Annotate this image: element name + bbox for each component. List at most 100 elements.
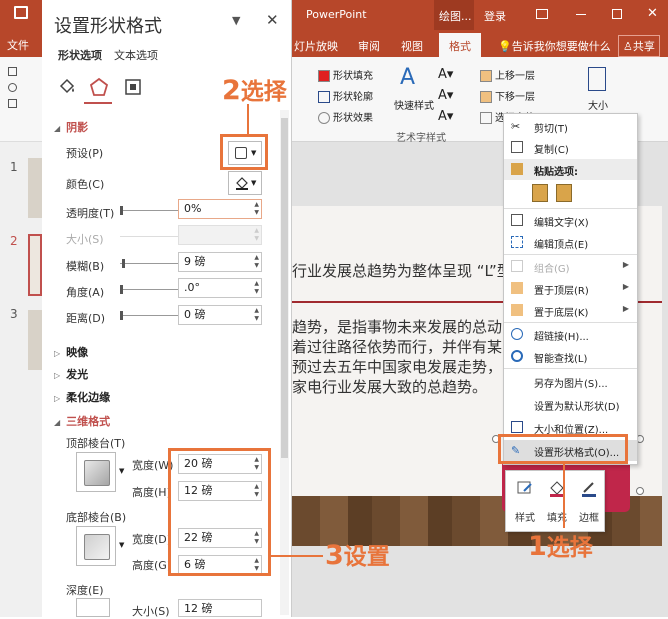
text-outline-icon[interactable]: A▾ bbox=[438, 88, 453, 103]
depth-color-dropdown[interactable] bbox=[76, 598, 110, 617]
size-input-disabled: ▲ ▼ bbox=[178, 225, 262, 245]
menu-item-cut[interactable]: ✂ 剪切(T) bbox=[504, 116, 637, 137]
angle-slider[interactable] bbox=[120, 289, 180, 290]
menu-paste-options-header: 粘贴选项: bbox=[504, 159, 637, 180]
thumb-number[interactable]: 2 bbox=[10, 234, 18, 248]
oval-shape-icon[interactable] bbox=[8, 83, 17, 92]
mini-style-button[interactable]: 样式 bbox=[510, 479, 540, 524]
section-soft-edges[interactable]: ▷ 柔化边缘 bbox=[54, 389, 110, 405]
bottom-bevel-dropdown[interactable] bbox=[76, 526, 116, 566]
pane-options-dropdown-icon[interactable]: ▼ bbox=[232, 14, 240, 27]
slide-thumbnail[interactable] bbox=[28, 158, 42, 218]
thumb-number[interactable]: 1 bbox=[10, 160, 18, 174]
distance-slider-knob[interactable] bbox=[120, 311, 123, 320]
menu-item-copy[interactable]: 复制(C) bbox=[504, 137, 637, 158]
rectangle-shape-icon[interactable] bbox=[8, 67, 17, 76]
spin-arrows-icon[interactable]: ▲ ▼ bbox=[254, 307, 259, 323]
chevron-down-icon[interactable]: ▼ bbox=[119, 467, 124, 475]
slide-text[interactable]: 行业发展总趋势为整体呈现 “L”型 bbox=[292, 260, 512, 281]
tell-me-search[interactable]: 💡告诉我你想要做什么 bbox=[498, 38, 611, 54]
login-link[interactable]: 登录 bbox=[484, 8, 506, 24]
save-icon[interactable] bbox=[14, 6, 28, 19]
transparency-slider[interactable] bbox=[120, 210, 180, 211]
spin-arrows-icon[interactable]: ▲ ▼ bbox=[254, 201, 259, 217]
menu-item-edit-text[interactable]: 编辑文字(X) bbox=[504, 210, 637, 231]
shape-fill-button[interactable]: 形状填充 bbox=[318, 67, 373, 82]
distance-input[interactable]: 0 磅 ▲ ▼ bbox=[178, 305, 262, 325]
paste-keep-source-icon[interactable] bbox=[532, 184, 548, 202]
tab-text-options[interactable]: 文本选项 bbox=[114, 47, 158, 63]
quick-style-a-icon[interactable]: A bbox=[400, 65, 415, 90]
section-reflection[interactable]: ▷ 映像 bbox=[54, 344, 88, 360]
tab-shape-options[interactable]: 形状选项 bbox=[58, 47, 102, 63]
menu-item-bring-front[interactable]: 置于顶层(R) ▶ bbox=[504, 278, 637, 299]
chevron-down-icon[interactable]: ▼ bbox=[119, 541, 124, 549]
size-properties-icon[interactable] bbox=[122, 76, 144, 98]
angle-input[interactable]: .0° ▲ ▼ bbox=[178, 278, 262, 298]
ppt-left-strip: 文件 1 2 3 bbox=[0, 0, 42, 617]
distance-slider[interactable] bbox=[120, 315, 180, 316]
close-window-icon[interactable]: ✕ bbox=[647, 6, 658, 21]
fill-line-icon[interactable] bbox=[56, 76, 78, 98]
transparency-input[interactable]: 0% ▲ ▼ bbox=[178, 199, 262, 219]
slide-text[interactable]: 家电行业发展大致的总趋势。 bbox=[292, 376, 487, 397]
edit-points-icon bbox=[511, 236, 523, 248]
menu-item-hyperlink[interactable]: 超链接(H)... bbox=[504, 324, 637, 345]
quick-style-button[interactable]: 快速样式 bbox=[394, 97, 434, 112]
tab-view[interactable]: 视图 bbox=[401, 38, 423, 54]
slide-text[interactable]: 着过往路径依势而行，并伴有某 bbox=[292, 336, 502, 357]
section-shadow[interactable]: ◢ 阴影 bbox=[54, 119, 88, 135]
send-backward-button[interactable]: 下移一层 bbox=[480, 88, 535, 103]
drawing-tools-label: 绘图... bbox=[439, 10, 472, 23]
size-button[interactable]: 大小 bbox=[588, 97, 608, 112]
depth-size-input[interactable]: 12 磅 bbox=[178, 599, 262, 617]
preset-label: 预设(P) bbox=[66, 147, 104, 160]
slide-text[interactable]: 预过去五年中国家电发展走势， bbox=[292, 356, 502, 377]
transparency-slider-knob[interactable] bbox=[120, 206, 123, 215]
shape-outline-button[interactable]: 形状轮廓 bbox=[318, 88, 373, 103]
effects-pentagon-icon[interactable] bbox=[88, 76, 110, 98]
text-fill-icon[interactable]: A▾ bbox=[438, 67, 453, 82]
blur-input[interactable]: 9 磅 ▲ ▼ bbox=[178, 252, 262, 272]
menu-item-edit-points[interactable]: 编辑顶点(E) bbox=[504, 232, 637, 253]
minimize-icon[interactable] bbox=[576, 14, 586, 15]
mini-fill-button[interactable]: 填充 bbox=[542, 479, 572, 524]
ribbon-display-icon[interactable] bbox=[536, 9, 548, 19]
shadow-color-dropdown[interactable]: ▼ bbox=[228, 171, 262, 195]
file-tab[interactable]: 文件 bbox=[7, 37, 29, 53]
shape-effect-button[interactable]: 形状效果 bbox=[318, 109, 373, 124]
tab-slideshow[interactable]: 灯片放映 bbox=[294, 38, 338, 54]
paste-picture-icon[interactable] bbox=[556, 184, 572, 202]
section-glow[interactable]: ▷ 发光 bbox=[54, 366, 88, 382]
menu-item-send-back[interactable]: 置于底层(K) ▶ bbox=[504, 300, 637, 321]
mini-border-button[interactable]: 边框 bbox=[574, 479, 604, 524]
resize-handle[interactable] bbox=[636, 487, 644, 495]
menu-item-smart-lookup[interactable]: 智能查找(L) bbox=[504, 346, 637, 367]
distance-label: 距离(D) bbox=[66, 312, 106, 325]
slide-thumbnail-selected[interactable] bbox=[28, 234, 42, 296]
shape-icon[interactable] bbox=[8, 99, 17, 108]
thumb-number[interactable]: 3 bbox=[10, 307, 18, 321]
tab-review[interactable]: 审阅 bbox=[358, 38, 380, 54]
shape-fill-icon bbox=[318, 70, 330, 82]
top-bevel-dropdown[interactable] bbox=[76, 452, 116, 492]
slide-text[interactable]: 趋势，是指事物未来发展的总动 bbox=[292, 316, 502, 337]
pane-scrollbar-thumb[interactable] bbox=[281, 118, 288, 458]
maximize-icon[interactable] bbox=[612, 9, 622, 19]
bring-forward-button[interactable]: 上移一层 bbox=[480, 67, 535, 82]
blur-slider-knob[interactable] bbox=[122, 259, 125, 268]
text-effect-icon[interactable]: A▾ bbox=[438, 109, 453, 124]
size-icon[interactable] bbox=[588, 67, 606, 91]
close-icon[interactable]: ✕ bbox=[266, 11, 279, 29]
menu-item-set-default[interactable]: 设置为默认形状(D) bbox=[504, 394, 637, 415]
spin-arrows-icon[interactable]: ▲ ▼ bbox=[254, 280, 259, 296]
menu-item-save-as-picture[interactable]: 另存为图片(S)... bbox=[504, 371, 637, 392]
spin-arrows-icon[interactable]: ▲ ▼ bbox=[254, 254, 259, 270]
share-button[interactable]: ♙共享 bbox=[618, 35, 660, 57]
blur-slider[interactable] bbox=[120, 263, 180, 264]
angle-slider-knob[interactable] bbox=[120, 285, 123, 294]
tab-format[interactable]: 格式 bbox=[439, 33, 481, 57]
slide-thumbnail[interactable] bbox=[28, 310, 42, 370]
title-bar-left: 文件 bbox=[0, 0, 42, 57]
section-3d-format[interactable]: ◢ 三维格式 bbox=[54, 413, 110, 429]
